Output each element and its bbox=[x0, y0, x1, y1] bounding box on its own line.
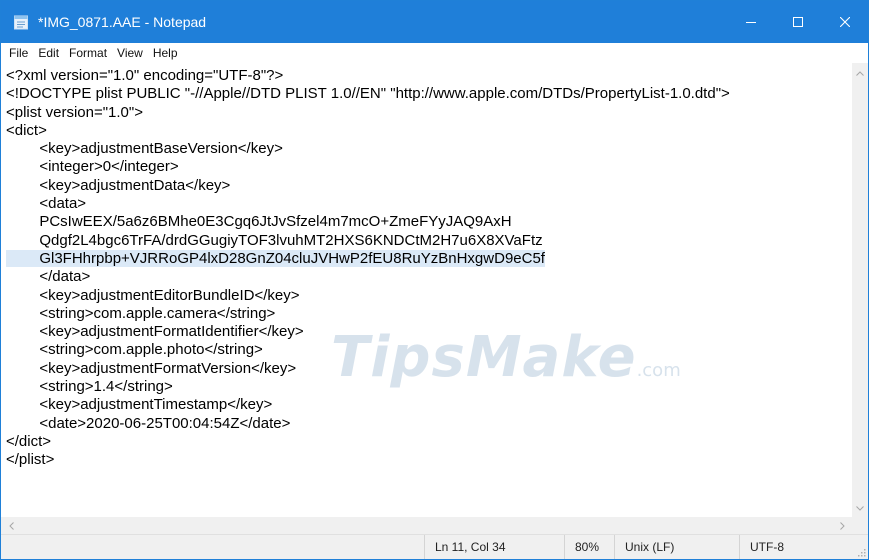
vertical-scrollbar[interactable] bbox=[852, 63, 868, 517]
line-15: <key>adjustmentFormatIdentifier</key> bbox=[6, 323, 304, 341]
line-2: <!DOCTYPE plist PUBLIC "-//Apple//DTD PL… bbox=[6, 85, 730, 103]
line-14: <string>com.apple.camera</string> bbox=[6, 304, 276, 322]
editor-content[interactable]: <?xml version="1.0" encoding="UTF-8"?> <… bbox=[1, 63, 852, 470]
menu-edit[interactable]: Edit bbox=[33, 44, 64, 62]
status-cursor-position: Ln 11, Col 34 bbox=[424, 535, 564, 559]
status-bar: Ln 11, Col 34 80% Unix (LF) UTF-8 bbox=[1, 534, 868, 559]
line-3: <plist version="1.0"> bbox=[6, 103, 143, 121]
text-editor[interactable]: <?xml version="1.0" encoding="UTF-8"?> <… bbox=[1, 63, 852, 517]
line-17: <key>adjustmentFormatVersion</key> bbox=[6, 359, 297, 377]
status-line-ending: Unix (LF) bbox=[614, 535, 739, 559]
maximize-icon bbox=[793, 17, 803, 27]
minimize-icon bbox=[746, 22, 756, 23]
scroll-left-icon[interactable] bbox=[3, 517, 19, 534]
line-16: <string>com.apple.photo</string> bbox=[6, 341, 263, 359]
line-19: <key>adjustmentTimestamp</key> bbox=[6, 396, 273, 414]
menu-format[interactable]: Format bbox=[64, 44, 112, 62]
line-18: <string>1.4</string> bbox=[6, 378, 173, 396]
status-encoding: UTF-8 bbox=[739, 535, 868, 559]
line-13: <key>adjustmentEditorBundleID</key> bbox=[6, 286, 300, 304]
maximize-button[interactable] bbox=[775, 1, 821, 43]
resize-grip-icon[interactable] bbox=[856, 547, 866, 557]
status-zoom: 80% bbox=[564, 535, 614, 559]
scroll-up-icon[interactable] bbox=[852, 65, 868, 82]
line-10: Qdgf2L4bgc6TrFA/drdGGugiyTOF3lvuhMT2HXS6… bbox=[6, 231, 543, 249]
horizontal-scrollbar[interactable] bbox=[1, 517, 852, 534]
line-9: PCsIwEEX/5a6z6BMhe0E3Cgq6JtJvSfzel4m7mcO… bbox=[6, 213, 512, 231]
line-11-selected: Gl3FHhrpbp+VJRRoGP4lxD28GnZ04cluJVHwP2fE… bbox=[6, 249, 545, 267]
notepad-window: *IMG_0871.AAE - Notepad File Edit Format… bbox=[0, 0, 869, 560]
line-21: </dict> bbox=[6, 432, 52, 450]
title-bar[interactable]: *IMG_0871.AAE - Notepad bbox=[1, 1, 868, 43]
line-7: <key>adjustmentData</key> bbox=[6, 176, 231, 194]
scroll-down-icon[interactable] bbox=[852, 500, 868, 517]
line-22: </plist> bbox=[6, 451, 55, 469]
close-button[interactable] bbox=[822, 1, 868, 43]
window-title: *IMG_0871.AAE - Notepad bbox=[38, 14, 207, 30]
menu-bar: File Edit Format View Help bbox=[1, 43, 868, 63]
line-6: <integer>0</integer> bbox=[6, 158, 179, 176]
line-5: <key>adjustmentBaseVersion</key> bbox=[6, 140, 283, 158]
menu-file[interactable]: File bbox=[4, 44, 33, 62]
line-12: </data> bbox=[6, 268, 91, 286]
scrollbar-corner bbox=[852, 517, 868, 534]
close-icon bbox=[840, 17, 850, 27]
scroll-right-icon[interactable] bbox=[834, 517, 850, 534]
line-1: <?xml version="1.0" encoding="UTF-8"?> bbox=[6, 67, 284, 84]
line-4: <dict> bbox=[6, 121, 47, 139]
line-8: <data> bbox=[6, 195, 87, 213]
minimize-button[interactable] bbox=[728, 1, 774, 43]
menu-help[interactable]: Help bbox=[148, 44, 183, 62]
line-20: <date>2020-06-25T00:04:54Z</date> bbox=[6, 414, 291, 432]
menu-view[interactable]: View bbox=[112, 44, 148, 62]
notepad-icon bbox=[14, 15, 28, 30]
